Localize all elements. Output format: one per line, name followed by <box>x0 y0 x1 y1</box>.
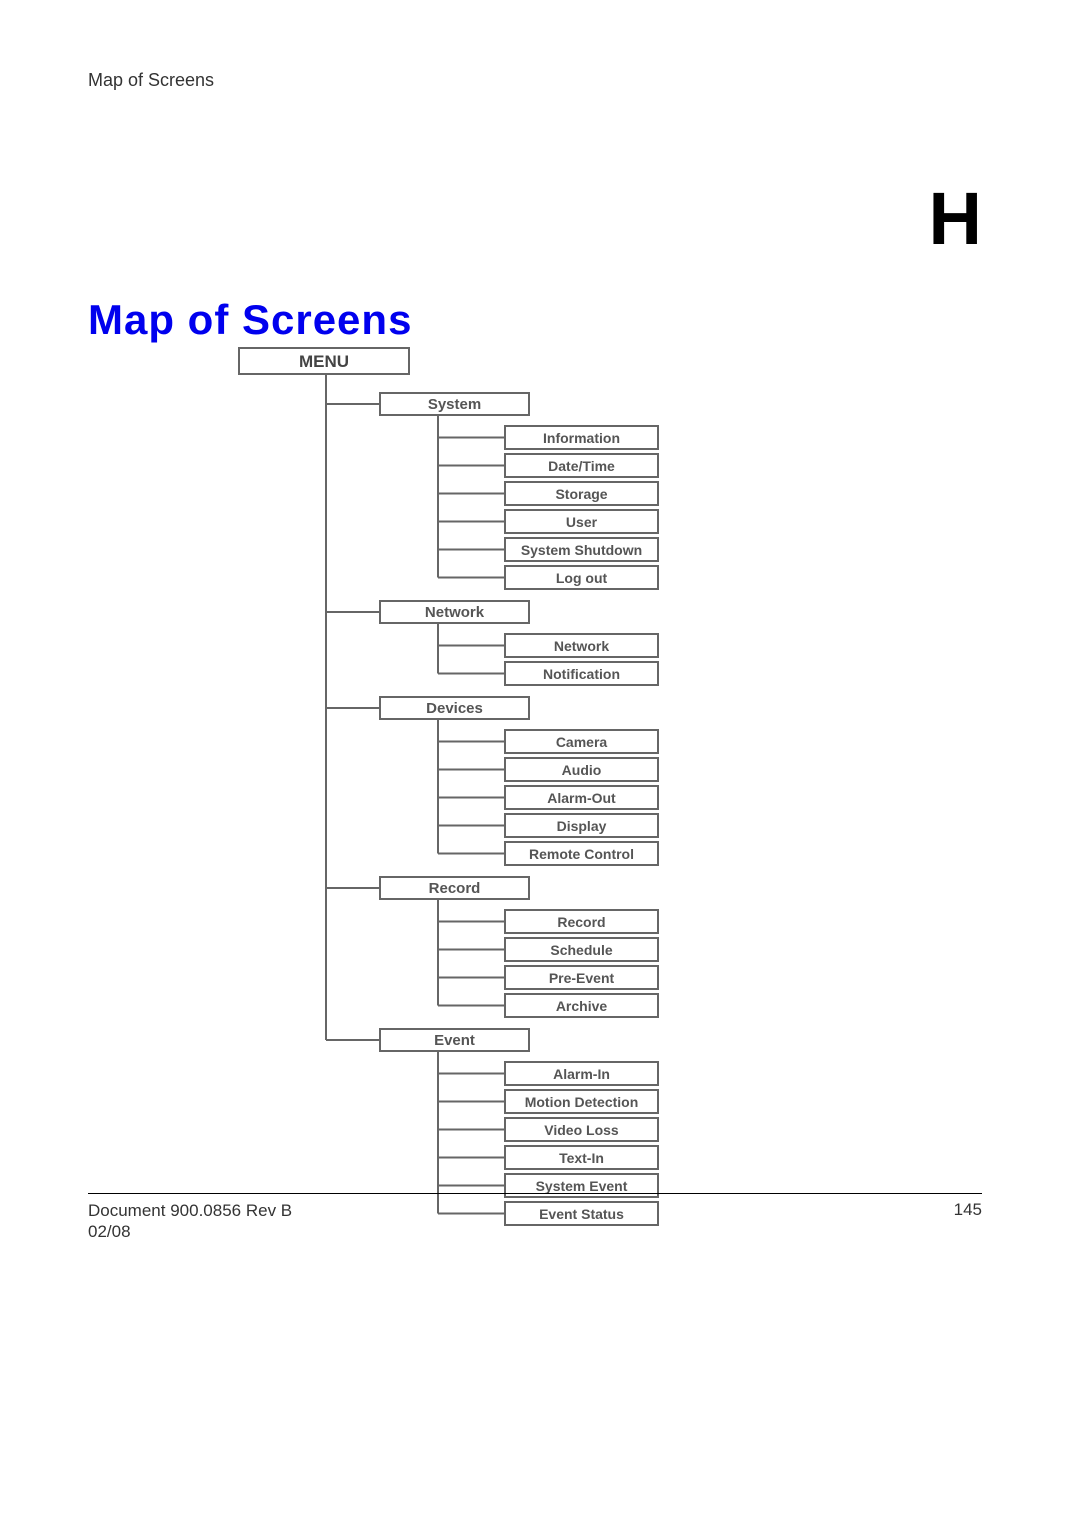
menu-item-remote-control: Remote Control <box>504 841 659 866</box>
menu-item-schedule: Schedule <box>504 937 659 962</box>
menu-item-date-time: Date/Time <box>504 453 659 478</box>
menu-item-alarm-out: Alarm-Out <box>504 785 659 810</box>
footer-rule <box>88 1193 982 1194</box>
menu-item-camera: Camera <box>504 729 659 754</box>
menu-tree-diagram: MENU System Information Date/Time Storage Use… <box>238 347 668 1236</box>
footer-doc: Document 900.0856 Rev B 02/08 <box>88 1200 292 1243</box>
menu-item-audio: Audio <box>504 757 659 782</box>
menu-item-record: Record <box>504 909 659 934</box>
running-header: Map of Screens <box>88 70 214 91</box>
menu-root: MENU <box>238 347 410 375</box>
menu-item-alarm-in: Alarm-In <box>504 1061 659 1086</box>
menu-category-network: Network <box>379 600 530 624</box>
menu-item-display: Display <box>504 813 659 838</box>
menu-category-record: Record <box>379 876 530 900</box>
menu-category-devices: Devices <box>379 696 530 720</box>
menu-item-pre-event: Pre-Event <box>504 965 659 990</box>
menu-item-text-in: Text-In <box>504 1145 659 1170</box>
menu-category-system: System <box>379 392 530 416</box>
menu-item-video-loss: Video Loss <box>504 1117 659 1142</box>
menu-item-information: Information <box>504 425 659 450</box>
menu-item-notification: Notification <box>504 661 659 686</box>
menu-item-event-status: Event Status <box>504 1201 659 1226</box>
menu-item-archive: Archive <box>504 993 659 1018</box>
menu-item-system-shutdown: System Shutdown <box>504 537 659 562</box>
menu-item-user: User <box>504 509 659 534</box>
menu-category-event: Event <box>379 1028 530 1052</box>
menu-item-system-event: System Event <box>504 1173 659 1198</box>
page-title: Map of Screens <box>88 296 412 344</box>
menu-item-network: Network <box>504 633 659 658</box>
menu-item-log-out: Log out <box>504 565 659 590</box>
footer-date: 02/08 <box>88 1222 131 1241</box>
appendix-letter: H <box>929 176 982 261</box>
menu-item-storage: Storage <box>504 481 659 506</box>
footer-page-number: 145 <box>954 1200 982 1220</box>
page: Map of Screens H Map of Screens MENU Syst… <box>0 0 1080 1526</box>
menu-item-motion-detection: Motion Detection <box>504 1089 659 1114</box>
footer-doc-id: Document 900.0856 Rev B <box>88 1201 292 1220</box>
